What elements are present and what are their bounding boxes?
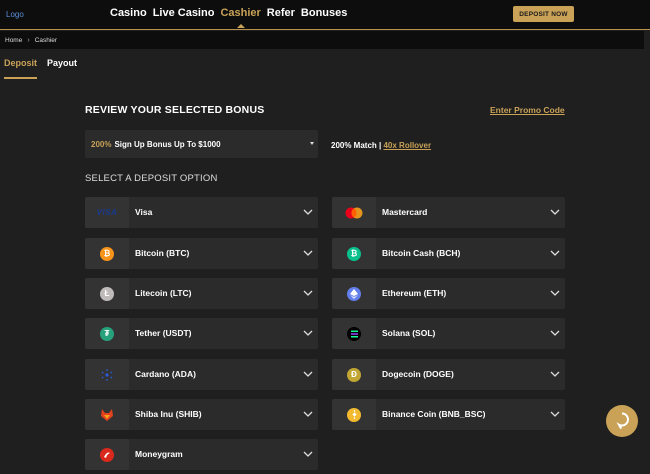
nav-live-casino[interactable]: Live Casino (153, 7, 215, 19)
rollover-link[interactable]: 40x Rollover (383, 141, 431, 150)
payment-method-label: Bitcoin Cash (BCH) (382, 248, 461, 258)
enter-promo-code-link[interactable]: Enter Promo Code (490, 105, 565, 115)
breadcrumb-current: Cashier (34, 36, 58, 44)
chevron-right-icon: › (27, 36, 30, 44)
breadcrumb: Home › Cashier (0, 31, 644, 49)
tether-icon: ₮ (85, 318, 129, 349)
payment-method-label: Moneygram (135, 449, 183, 459)
chevron-down-icon (550, 371, 560, 377)
chevron-down-icon (303, 411, 313, 417)
chevron-down-icon (550, 290, 560, 296)
payment-method-solana[interactable]: Solana (SOL) (332, 318, 565, 349)
chevron-down-icon (550, 411, 560, 417)
payment-method-label: Solana (SOL) (382, 328, 436, 338)
mastercard-icon (332, 197, 376, 228)
bonus-section-title: REVIEW YOUR SELECTED BONUS (85, 104, 265, 116)
payment-method-shiba-inu[interactable]: Shiba Inu (SHIB) (85, 399, 318, 430)
mastercard-logo (345, 207, 363, 218)
chevron-down-icon (303, 290, 313, 296)
visa-icon: VISA (85, 197, 129, 228)
main-nav: Casino Live Casino Cashier Refer Bonuses (110, 7, 347, 28)
breadcrumb-home[interactable]: Home (5, 37, 22, 44)
payment-method-label: Shiba Inu (SHIB) (135, 409, 202, 419)
nav-casino[interactable]: Casino (110, 7, 147, 19)
payment-method-label: Dogecoin (DOGE) (382, 369, 454, 379)
chevron-down-icon (550, 250, 560, 256)
cashier-tabs: Deposit Payout (4, 58, 77, 79)
caret-down-icon (310, 142, 314, 145)
live-chat-button[interactable] (606, 405, 638, 437)
shiba-inu-icon (85, 399, 129, 430)
payment-method-bitcoin[interactable]: ₿ Bitcoin (BTC) (85, 238, 318, 269)
chevron-down-icon (303, 330, 313, 336)
ethereum-icon (332, 278, 376, 309)
payment-method-label: Mastercard (382, 207, 428, 217)
visa-mark: VISA (96, 208, 118, 217)
payment-method-label: Tether (USDT) (135, 328, 192, 338)
bonus-description: Sign Up Bonus Up To $1000 (114, 139, 221, 149)
payment-method-moneygram[interactable]: Moneygram (85, 439, 318, 470)
chevron-down-icon (303, 250, 313, 256)
payment-method-label: Ethereum (ETH) (382, 288, 447, 298)
chevron-down-icon (303, 371, 313, 377)
bitcoin-cash-icon: ₿ (332, 238, 376, 269)
payment-method-dogecoin[interactable]: Ð Dogecoin (DOGE) (332, 359, 565, 390)
payment-method-litecoin[interactable]: Ł Litecoin (LTC) (85, 278, 318, 309)
payment-method-label: Litecoin (LTC) (135, 288, 192, 298)
chevron-down-icon (550, 209, 560, 215)
litecoin-icon: Ł (85, 278, 129, 309)
payment-method-bitcoin-cash[interactable]: ₿ Bitcoin Cash (BCH) (332, 238, 565, 269)
nav-bonuses[interactable]: Bonuses (301, 7, 347, 19)
payment-method-cardano[interactable]: Cardano (ADA) (85, 359, 318, 390)
dogecoin-icon: Ð (332, 359, 376, 390)
deposit-option-title: SELECT A DEPOSIT OPTION (85, 173, 218, 184)
bonus-terms: 200% Match | 40x Rollover (331, 141, 431, 150)
top-navigation-bar: Logo Casino Live Casino Cashier Refer Bo… (0, 0, 650, 30)
payment-method-label: Binance Coin (BNB_BSC) (382, 409, 486, 419)
bonus-percent: 200% (91, 139, 112, 149)
nav-cashier[interactable]: Cashier (220, 7, 261, 28)
chevron-down-icon (303, 451, 313, 457)
payment-method-tether[interactable]: ₮ Tether (USDT) (85, 318, 318, 349)
payment-method-label: Visa (135, 207, 153, 217)
payment-method-mastercard[interactable]: Mastercard (332, 197, 565, 228)
chat-bubble-icon (616, 412, 629, 429)
match-text: 200% Match (331, 141, 377, 150)
chevron-down-icon (303, 209, 313, 215)
tab-payout[interactable]: Payout (47, 58, 77, 79)
site-logo[interactable]: Logo (6, 10, 24, 19)
bitcoin-icon: ₿ (85, 238, 129, 269)
payment-method-binance-coin[interactable]: Binance Coin (BNB_BSC) (332, 399, 565, 430)
cardano-icon (85, 359, 129, 390)
binance-coin-icon (332, 399, 376, 430)
payment-method-label: Cardano (ADA) (135, 369, 196, 379)
tab-deposit[interactable]: Deposit (4, 58, 38, 79)
chevron-down-icon (550, 330, 560, 336)
payment-method-visa[interactable]: VISA Visa (85, 197, 318, 228)
bonus-select-dropdown[interactable]: 200% Sign Up Bonus Up To $1000 (85, 130, 318, 158)
deposit-now-button[interactable]: DEPOSIT NOW (513, 6, 574, 22)
moneygram-icon (85, 439, 129, 470)
payment-method-ethereum[interactable]: Ethereum (ETH) (332, 278, 565, 309)
nav-refer[interactable]: Refer (267, 7, 295, 19)
payment-method-label: Bitcoin (BTC) (135, 248, 190, 258)
solana-icon (332, 318, 376, 349)
